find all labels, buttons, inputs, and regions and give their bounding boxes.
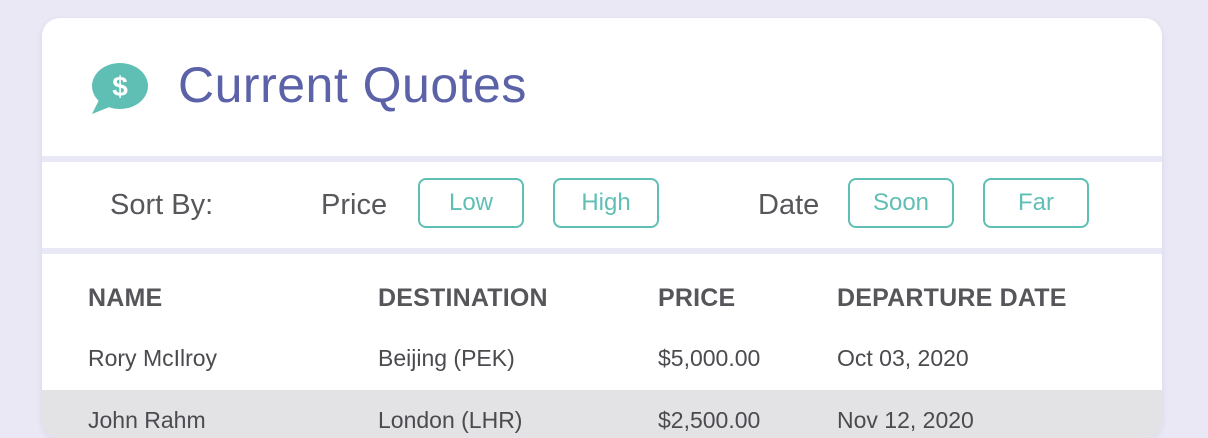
- quotes-card: $ Current Quotes Sort By: Price Low High…: [42, 18, 1162, 438]
- table-row[interactable]: Rory McIlroy Beijing (PEK) $5,000.00 Oct…: [42, 328, 1162, 390]
- cell-price: $2,500.00: [658, 407, 761, 433]
- cell-departure-date: Oct 03, 2020: [837, 345, 969, 371]
- sort-by-label: Sort By:: [110, 189, 214, 221]
- svg-text:$: $: [112, 71, 128, 102]
- sort-date-soon-button[interactable]: Soon: [848, 178, 954, 228]
- column-header-name[interactable]: NAME: [88, 284, 162, 313]
- cell-name: John Rahm: [88, 407, 206, 433]
- sort-date-far-button[interactable]: Far: [983, 178, 1089, 228]
- card-header: $ Current Quotes: [42, 18, 1162, 156]
- column-header-price[interactable]: PRICE: [658, 284, 735, 313]
- cell-name: Rory McIlroy: [88, 345, 218, 371]
- page-title: Current Quotes: [178, 57, 527, 113]
- sort-price-high-button[interactable]: High: [553, 178, 659, 228]
- table-row[interactable]: John Rahm London (LHR) $2,500.00 Nov 12,…: [42, 390, 1162, 438]
- price-sort-label: Price: [321, 189, 388, 221]
- date-sort-label: Date: [758, 189, 820, 221]
- cell-destination: London (LHR): [378, 407, 523, 433]
- sort-bar: Sort By: Price Low High Date Soon Far: [42, 162, 1162, 248]
- sort-divider: [42, 248, 1162, 254]
- dollar-chat-bubble-icon: $: [88, 62, 150, 114]
- cell-price: $5,000.00: [658, 345, 761, 371]
- table-header: NAME DESTINATION PRICE DEPARTURE DATE: [42, 284, 1162, 324]
- column-header-destination[interactable]: DESTINATION: [378, 284, 548, 313]
- cell-departure-date: Nov 12, 2020: [837, 407, 974, 433]
- column-header-departure-date[interactable]: DEPARTURE DATE: [837, 284, 1067, 313]
- sort-price-low-button[interactable]: Low: [418, 178, 524, 228]
- cell-destination: Beijing (PEK): [378, 345, 515, 371]
